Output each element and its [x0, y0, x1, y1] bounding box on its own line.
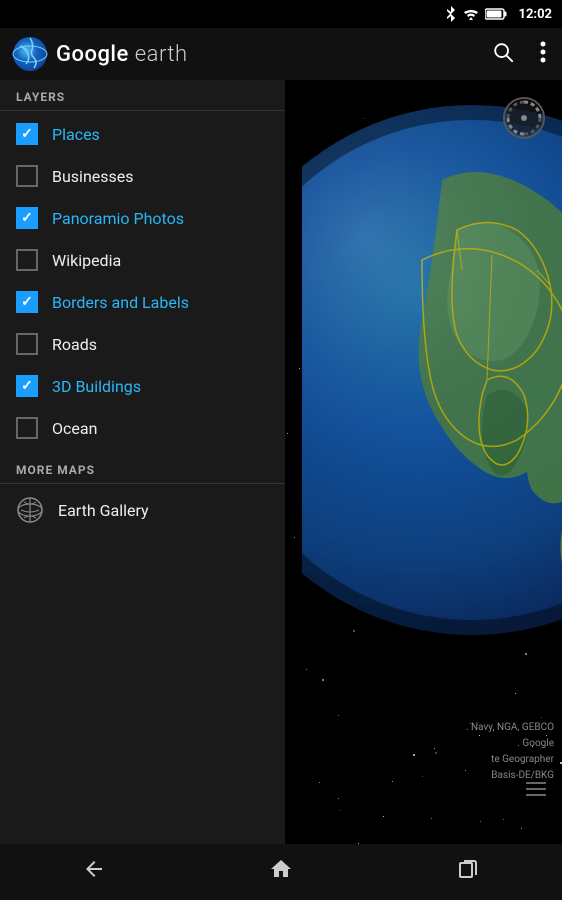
checkbox-ocean[interactable] [16, 417, 38, 439]
layers-list: Places Businesses Panoramio Photos Wikip… [0, 113, 285, 449]
status-time: 12:02 [519, 7, 553, 22]
layer-label-ocean: Ocean [52, 419, 97, 438]
app-logo: Google earth [12, 36, 488, 72]
layer-label-places: Places [52, 125, 100, 144]
more-maps-label-earth-gallery: Earth Gallery [58, 501, 149, 520]
checkbox-borders[interactable] [16, 291, 38, 313]
status-bar: 12:02 [0, 0, 562, 28]
back-button[interactable] [62, 849, 126, 895]
layers-section-header: LAYERS [0, 80, 285, 111]
recent-apps-button[interactable] [436, 849, 500, 895]
watermark-line-1: . Navy, NGA, GEBCO [466, 720, 554, 736]
nav-bar [0, 844, 562, 900]
checkbox-buildings[interactable] [16, 375, 38, 397]
search-button[interactable] [488, 37, 518, 72]
status-icons: 12:02 [445, 6, 553, 22]
app-bar: Google earth [0, 28, 562, 80]
more-maps-item-earth-gallery[interactable]: Earth Gallery [0, 486, 285, 534]
bluetooth-icon [445, 6, 457, 22]
layer-label-borders: Borders and Labels [52, 293, 189, 312]
more-options-button[interactable] [536, 37, 550, 72]
checkbox-businesses[interactable] [16, 165, 38, 187]
layer-label-businesses: Businesses [52, 167, 134, 186]
home-button[interactable] [249, 849, 313, 895]
layer-item-wikipedia[interactable]: Wikipedia [0, 239, 285, 281]
layer-item-panoramio[interactable]: Panoramio Photos [0, 197, 285, 239]
checkbox-roads[interactable] [16, 333, 38, 355]
app-bar-actions [488, 37, 550, 72]
layer-item-places[interactable]: Places [0, 113, 285, 155]
layer-label-roads: Roads [52, 335, 97, 354]
globe-icon-earth-gallery [16, 496, 44, 524]
earth-globe [302, 100, 562, 640]
layer-label-panoramio: Panoramio Photos [52, 209, 184, 228]
wifi-icon [463, 8, 479, 20]
app-logo-icon [12, 36, 48, 72]
watermark-line-2: . Google [466, 736, 554, 752]
app-title: Google earth [56, 42, 188, 67]
checkbox-places[interactable] [16, 123, 38, 145]
earth-view: . Navy, NGA, GEBCO . Google te Geographe… [285, 80, 562, 844]
layer-label-buildings: 3D Buildings [52, 377, 141, 396]
layer-item-borders[interactable]: Borders and Labels [0, 281, 285, 323]
layer-item-buildings[interactable]: 3D Buildings [0, 365, 285, 407]
layer-item-ocean[interactable]: Ocean [0, 407, 285, 449]
watermark: . Navy, NGA, GEBCO . Google te Geographe… [466, 720, 554, 784]
menu-lines-icon[interactable] [526, 781, 546, 800]
layer-label-wikipedia: Wikipedia [52, 251, 121, 270]
layer-item-businesses[interactable]: Businesses [0, 155, 285, 197]
more-maps-list: Earth Gallery [0, 486, 285, 534]
left-panel: LAYERS Places Businesses Panoramio Photo… [0, 80, 285, 844]
compass[interactable] [502, 96, 546, 140]
checkbox-panoramio[interactable] [16, 207, 38, 229]
battery-icon [485, 8, 507, 20]
watermark-line-3: te Geographer [466, 752, 554, 768]
more-maps-section-header: MORE MAPS [0, 453, 285, 484]
checkbox-wikipedia[interactable] [16, 249, 38, 271]
layer-item-roads[interactable]: Roads [0, 323, 285, 365]
